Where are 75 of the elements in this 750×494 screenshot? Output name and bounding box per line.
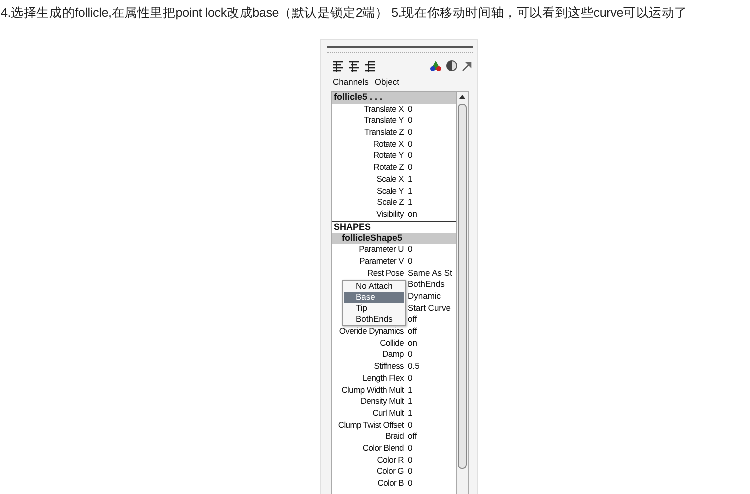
attribute-label: Collide [379, 338, 405, 350]
align-icon[interactable] [348, 60, 360, 72]
attribute-value[interactable]: 0 [408, 162, 413, 174]
attribute-label: Clump Width Mult [340, 384, 406, 396]
attribute-label: Length Flex [362, 372, 405, 384]
attribute-value[interactable]: 0 [408, 466, 413, 478]
attribute-value[interactable]: BothEnds [408, 279, 445, 291]
attribute-label: Color R [376, 454, 405, 466]
attribute-label: Rotate X [372, 138, 405, 150]
attribute-value[interactable]: 1 [408, 408, 413, 420]
attribute-value[interactable]: 1 [408, 384, 413, 396]
attribute-value[interactable]: 0 [408, 115, 413, 128]
attribute-value[interactable]: 0 [408, 420, 413, 432]
attribute-value[interactable]: 0 [408, 256, 413, 268]
attribute-label: Clump Twist Offset [337, 420, 406, 432]
attribute-value[interactable]: Same As St [408, 268, 452, 280]
attribute-value[interactable]: 0 [408, 244, 413, 256]
attribute-value[interactable]: 0 [408, 478, 413, 490]
attribute-value[interactable]: off [408, 431, 418, 443]
attribute-label: Braid [384, 431, 405, 443]
scrollbar[interactable] [456, 92, 468, 494]
attribute-value[interactable]: 0 [408, 104, 413, 116]
menu-label[interactable]: Channels [333, 77, 369, 89]
menu-option[interactable]: No Attach [344, 281, 404, 292]
scroll-up-icon[interactable] [459, 94, 466, 100]
attribute-label: Density Mult [360, 396, 406, 408]
attribute-value[interactable]: 0 [408, 127, 413, 139]
attribute-value[interactable]: 0 [408, 372, 413, 384]
attribute-value[interactable]: off [408, 314, 418, 326]
attribute-value[interactable]: 1 [408, 396, 413, 408]
attribute-label: Stiffness [373, 361, 405, 373]
attribute-label: Color B [376, 478, 405, 490]
half-circle-icon[interactable] [446, 60, 458, 72]
node-header[interactable]: follicle5 . . . [332, 92, 456, 104]
align-icon[interactable] [332, 60, 344, 72]
shape-node-header[interactable]: follicleShape5 [332, 232, 456, 244]
attribute-label: Damp [382, 349, 405, 362]
attribute-value[interactable]: on [408, 208, 418, 221]
attribute-label: Rotate Z [372, 162, 405, 174]
attribute-label: Overide Dynamics [338, 326, 405, 338]
attribute-value[interactable]: 0 [408, 454, 413, 466]
attribute-label: Translate X [363, 104, 405, 116]
attribute-label: Curl Mult [372, 408, 406, 420]
attribute-label: Parameter V [358, 256, 406, 268]
attribute-value[interactable]: 1 [408, 186, 413, 198]
attribute-label: Color G [376, 466, 405, 478]
attribute-value[interactable]: 0 [408, 442, 413, 455]
attribute-label: Scale Z [376, 197, 405, 209]
attribute-label: Color Blend [362, 442, 405, 455]
menu-option[interactable]: Base [344, 292, 404, 304]
attribute-value[interactable]: 0 [408, 150, 413, 162]
menu-label[interactable]: Object [374, 77, 400, 89]
attribute-value[interactable]: on [408, 338, 418, 350]
attribute-label: Scale X [376, 174, 405, 186]
axis-icon[interactable] [430, 60, 442, 72]
attribute-value[interactable]: 0 [408, 138, 413, 150]
menu-option[interactable]: BothEnds [344, 314, 404, 326]
attribute-value[interactable]: Start Curve [408, 302, 451, 314]
attribute-label: Rotate Y [372, 150, 405, 162]
menu-option[interactable]: Tip [344, 303, 404, 314]
attribute-value[interactable]: 1 [408, 174, 413, 186]
caption-text: 4.选择生成的follicle,在属性里把point lock改成base（默认是锁定2端） 5.现在你移动时间轴，可以看到这些curve可以运动了 [0, 5, 689, 22]
attribute-label: Translate Y [363, 115, 405, 128]
align-icon[interactable] [364, 60, 376, 72]
attribute-value[interactable]: 1 [408, 197, 413, 209]
attribute-label: Scale Y [376, 186, 405, 198]
attribute-value[interactable]: 0.5 [408, 361, 420, 373]
attribute-label: Visibility [375, 208, 406, 221]
attribute-value[interactable]: off [408, 326, 418, 338]
attribute-label: Translate Z [364, 127, 405, 139]
arrow-icon[interactable] [462, 60, 473, 72]
attribute-value[interactable]: 0 [408, 349, 413, 362]
attribute-value[interactable]: Dynamic [408, 291, 442, 303]
attribute-label: Rest Pose [366, 268, 405, 280]
attribute-label: Parameter U [358, 244, 405, 256]
